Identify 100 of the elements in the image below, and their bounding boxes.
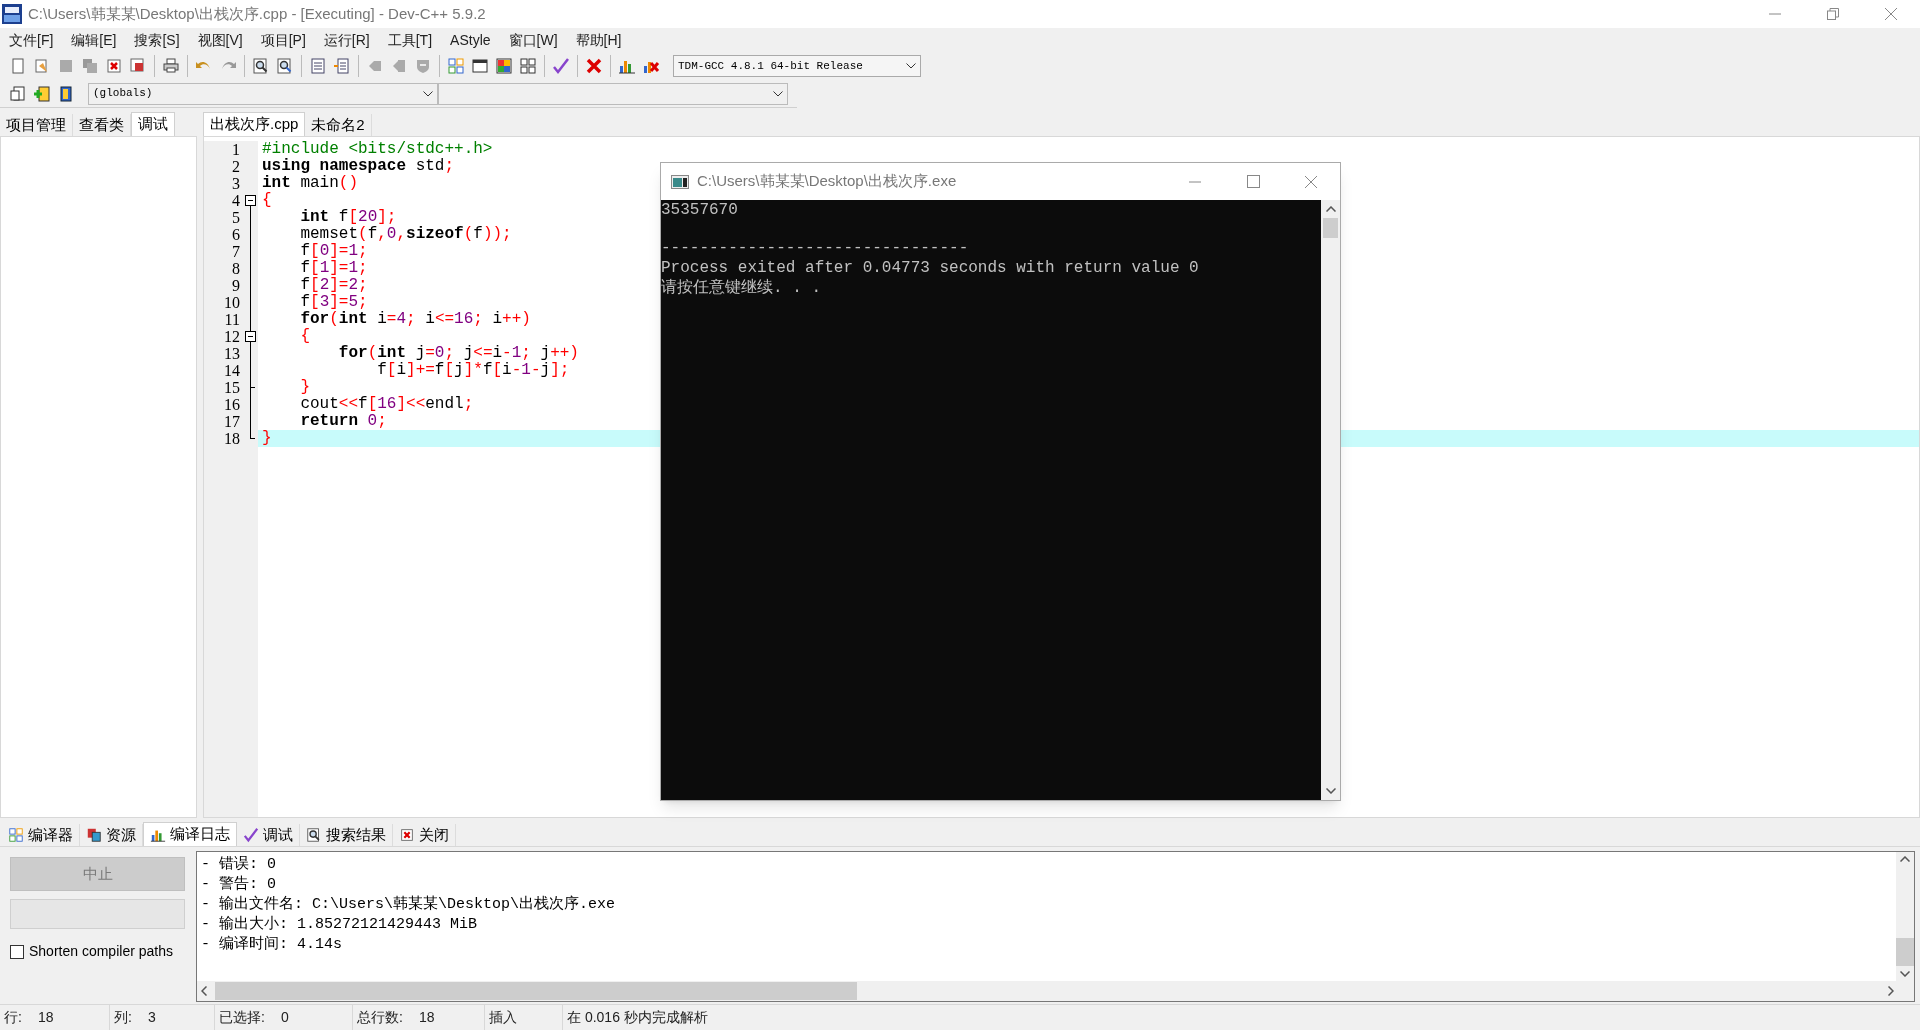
restore-icon — [1827, 8, 1839, 20]
line-number: 12 — [223, 328, 241, 345]
code-line: f[i]+=f[j]*f[i-1-j]; — [376, 362, 570, 379]
scrollbar-thumb[interactable] — [1323, 218, 1338, 238]
printer-icon — [162, 57, 180, 75]
code-line: cout<<f[16]<<endl; — [299, 396, 474, 413]
status-label: 已选择: — [219, 1008, 265, 1027]
code-line: using namespace std; — [261, 158, 455, 175]
line-number: 15 — [223, 379, 241, 396]
log-line: - 输出文件名: C:\Users\韩某某\Desktop\出栈次序.exe — [201, 895, 617, 915]
window-title: C:\Users\韩某某\Desktop\出栈次序.exe — [697, 171, 957, 192]
search-replace-icon — [276, 57, 294, 75]
menu-item[interactable]: AStyle — [443, 29, 498, 51]
checkbox[interactable] — [10, 944, 24, 959]
code-line: f[2]=2; — [299, 277, 368, 294]
tab[interactable]: 编译日志 — [143, 822, 237, 846]
menu-item[interactable]: 帮助[H] — [568, 29, 629, 51]
line-number: 3 — [231, 175, 241, 192]
menu-item[interactable]: 项目[P] — [253, 29, 313, 51]
code-line: int main() — [261, 175, 359, 192]
line-number: 4 — [231, 192, 241, 209]
tab[interactable]: 出栈次序.cpp — [203, 112, 306, 136]
shield-icon — [414, 57, 432, 75]
chevron-up-icon — [1900, 856, 1910, 862]
menu-item[interactable]: 工具[T] — [380, 29, 440, 51]
grid-icon — [8, 827, 24, 843]
tiles-icon — [519, 57, 537, 75]
close-all-icon — [129, 57, 147, 75]
code-line: } — [261, 430, 272, 447]
line-number: 17 — [223, 413, 241, 430]
line-number: 5 — [231, 209, 241, 226]
status-label: 列: — [114, 1008, 132, 1027]
window-icon — [471, 57, 489, 75]
vertical-scrollbar[interactable] — [1321, 200, 1340, 800]
compiler-dropdown[interactable]: TDM-GCC 4.8.1 64-bit Release — [673, 55, 921, 77]
menu-item[interactable]: 视图[V] — [190, 29, 250, 51]
code-line: { — [261, 192, 272, 209]
scope-dropdown[interactable]: (globals) — [88, 82, 438, 105]
vertical-scrollbar[interactable] — [1896, 852, 1914, 981]
line-number: 18 — [223, 430, 241, 447]
input-field[interactable] — [10, 899, 185, 929]
fold-toggle-icon[interactable] — [245, 195, 256, 206]
console-line: Process exited after 0.04773 seconds with return value 0 — [661, 258, 1200, 278]
minimize-icon — [1769, 13, 1781, 15]
horizontal-scrollbar[interactable] — [197, 981, 1914, 1001]
fold-toggle-icon[interactable] — [245, 331, 256, 342]
line-number: 14 — [223, 362, 241, 379]
window-title: C:\Users\韩某某\Desktop\出栈次序.cpp - [Executing] - Dev-C++ 5.9.2 — [28, 3, 486, 24]
separator-line: -------------------------------- — [661, 238, 970, 258]
console-line: 请按任意键继续. . . — [661, 278, 822, 298]
line-number: 11 — [223, 311, 241, 328]
search-icon — [306, 827, 322, 843]
menu-item[interactable]: 文件[F] — [2, 29, 61, 51]
pages-icon — [86, 827, 102, 843]
line-number: 9 — [231, 277, 241, 294]
code-line: { — [299, 328, 310, 345]
disks-icon — [81, 57, 99, 75]
status-value: 3 — [147, 1008, 156, 1027]
code-line: int f[20]; — [299, 209, 397, 226]
line-number: 6 — [231, 226, 241, 243]
status-label: 行: — [4, 1008, 22, 1027]
chevron-up-icon — [1325, 206, 1336, 212]
unindent-icon — [333, 57, 351, 75]
log-line: - 警告: 0 — [201, 875, 277, 895]
line-number: 2 — [231, 158, 241, 175]
chevron-right-icon — [1888, 986, 1894, 996]
status-value: 0 — [280, 1008, 289, 1027]
code-line: f[1]=1; — [299, 260, 368, 277]
scrollbar-thumb[interactable] — [1896, 937, 1914, 966]
status-label: 在 0.016 秒内完成解析 — [567, 1008, 708, 1027]
checkbox-label: Shorten compiler paths — [29, 942, 173, 961]
minimize-icon — [1189, 180, 1201, 183]
close-file-icon — [105, 57, 123, 75]
console-line: 35357670 — [661, 200, 739, 220]
app-icon — [2, 4, 22, 24]
scrollbar-thumb[interactable] — [215, 982, 857, 1000]
add-file-icon — [33, 84, 51, 103]
menu-item[interactable]: 运行[R] — [316, 29, 377, 51]
menu-item[interactable]: 搜索[S] — [127, 29, 187, 51]
code-line: for(int j=0; j<=i-1; j++) — [337, 345, 579, 362]
chevron-down-icon — [773, 90, 783, 97]
code-line: return 0; — [299, 413, 387, 430]
chevron-left-icon — [201, 986, 207, 996]
close-icon — [585, 57, 603, 75]
color-grid-icon — [495, 57, 513, 75]
chevron-down-icon — [906, 63, 916, 69]
code-line: #include <bits/stdc++.h> — [261, 141, 493, 158]
line-number: 7 — [231, 243, 241, 260]
menu-item[interactable]: 编辑[E] — [64, 29, 124, 51]
status-value: 18 — [418, 1008, 435, 1027]
status-label: 总行数: — [357, 1008, 403, 1027]
check-icon — [243, 827, 259, 843]
code-line: } — [299, 379, 310, 396]
menu-item[interactable]: 窗口[W] — [501, 29, 565, 51]
line-number: 16 — [223, 396, 241, 413]
code-line: memset(f,0,sizeof(f)); — [299, 226, 512, 243]
status-value: 18 — [37, 1008, 54, 1027]
tab[interactable]: 调试 — [131, 112, 175, 136]
chevron-down-icon — [1325, 788, 1336, 794]
code-line: f[0]=1; — [299, 243, 368, 260]
